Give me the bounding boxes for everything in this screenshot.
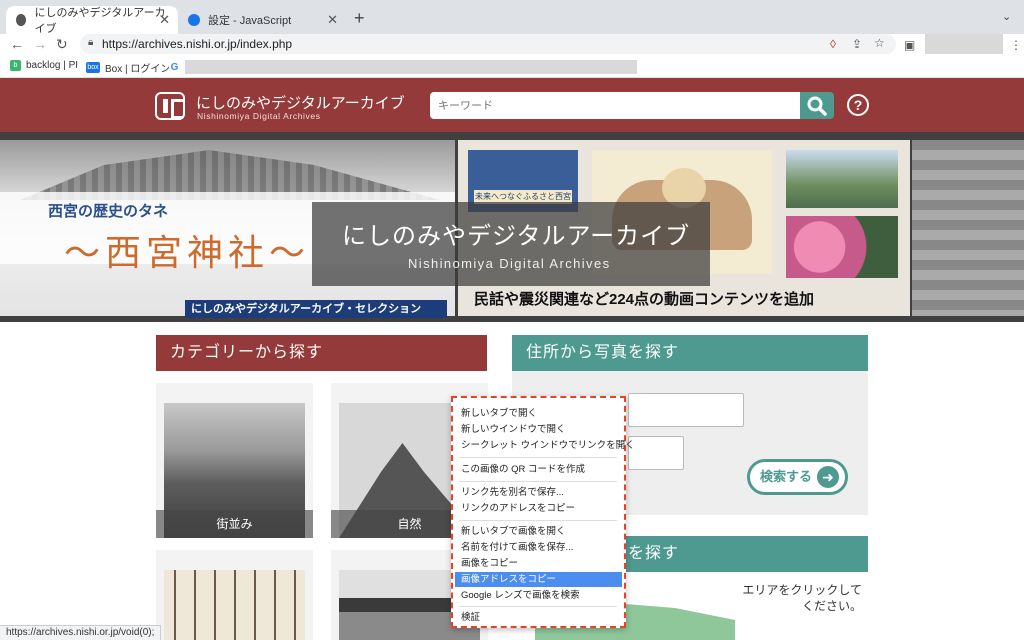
- close-icon[interactable]: ✕: [327, 12, 338, 28]
- hero-selection-strip: にしのみやデジタルアーカイブ・セレクション vol.11: [185, 300, 447, 333]
- site-header: にしのみやデジタルアーカイブ Nishinomiya Digital Archi…: [0, 78, 1024, 132]
- category-label: 街並み: [156, 510, 313, 538]
- menu-search-image-lens[interactable]: Google レンズで画像を検索: [455, 588, 622, 603]
- address-url[interactable]: https://archives.nishi.or.jp/index.php: [102, 37, 292, 51]
- menu-separator: [459, 457, 617, 458]
- tab-title: 設定 - JavaScript: [208, 15, 292, 27]
- bookmark-backlog[interactable]: b backlog | PI: [10, 60, 78, 71]
- tab-title: にしのみやデジタルアーカイブ: [34, 7, 166, 35]
- hero-banner[interactable]: 西宮の歴史のタネ 〜西宮神社〜 にしのみやデジタルアーカイブ・セレクション vo…: [0, 132, 1024, 333]
- lock-icon[interactable]: 🔒︎: [88, 37, 93, 48]
- bookmark-box[interactable]: box Box | ログイン: [86, 60, 170, 75]
- site-logo-icon[interactable]: [155, 92, 185, 120]
- site-logo-text[interactable]: にしのみやデジタルアーカイブ: [196, 92, 405, 113]
- menu-save-image-as[interactable]: 名前を付けて画像を保存...: [455, 540, 622, 555]
- menu-inspect[interactable]: 検証: [455, 610, 622, 625]
- category-card-documents[interactable]: [156, 550, 313, 640]
- menu-separator: [459, 606, 617, 607]
- box-icon: box: [86, 62, 100, 73]
- globe-icon: [16, 14, 27, 26]
- backlog-icon: b: [10, 60, 21, 71]
- new-tab-button[interactable]: +: [354, 8, 365, 29]
- site-logo-subtitle: Nishinomiya Digital Archives: [197, 111, 321, 121]
- landscape-thumb: [786, 150, 898, 208]
- hero-overlay: にしのみやデジタルアーカイブ Nishinomiya Digital Archi…: [312, 202, 710, 286]
- category-card-townscape[interactable]: 街並み: [156, 383, 313, 538]
- overlay-title: にしのみやデジタルアーカイブ: [342, 223, 691, 250]
- menu-open-incognito[interactable]: シークレット ウインドウでリンクを開く: [455, 438, 635, 453]
- search-icon: [807, 96, 827, 116]
- hero-street-photo: [912, 140, 1024, 316]
- hero-kicker: 西宮の歴史のタネ: [48, 203, 169, 220]
- tab-settings-javascript[interactable]: 設定 - JavaScript ✕: [178, 6, 346, 34]
- bookmark-label: Box | ログイン: [105, 64, 171, 75]
- star-icon[interactable]: ☆: [874, 36, 885, 50]
- blossom-thumb: [786, 216, 898, 278]
- sidepanel-icon[interactable]: ▣: [904, 38, 915, 52]
- bookmark-label: backlog | PI: [26, 60, 79, 71]
- forward-icon[interactable]: →: [33, 36, 47, 52]
- address-bar[interactable]: 🔒︎ https://archives.nishi.or.jp/index.ph…: [80, 34, 896, 54]
- status-bar-url: https://archives.nishi.or.jp/void(0);: [0, 625, 162, 640]
- reload-icon[interactable]: ↻: [56, 36, 68, 53]
- documents-photo: [164, 570, 305, 640]
- menu-open-new-tab[interactable]: 新しいタブで開く: [455, 406, 622, 421]
- search-button-label: 検索する: [760, 469, 813, 484]
- help-icon[interactable]: ?: [847, 94, 869, 116]
- address-search-button[interactable]: 検索する ➜: [747, 459, 848, 495]
- menu-open-new-window[interactable]: 新しいウインドウで開く: [455, 422, 622, 437]
- area-instruction: エリアをクリックして ください。: [742, 583, 862, 613]
- menu-save-link-as[interactable]: リンク先を別名で保存...: [455, 485, 622, 500]
- redacted-bookmarks: [185, 60, 637, 74]
- menu-copy-image[interactable]: 画像をコピー: [455, 556, 622, 571]
- menu-create-qr[interactable]: この画像の QR コードを作成: [455, 462, 622, 477]
- share-icon[interactable]: ⇪: [852, 37, 862, 51]
- profile-area[interactable]: [925, 34, 1003, 54]
- menu-open-image-new-tab[interactable]: 新しいタブで画像を開く: [455, 524, 622, 539]
- menu-icon[interactable]: ⋮: [1010, 38, 1022, 52]
- area-section-title-text: を探す: [628, 545, 680, 562]
- arrow-right-icon: ➜: [817, 466, 839, 488]
- bookmarks-bar: b backlog | PI box Box | ログイン G: [0, 56, 1024, 78]
- address-field-town[interactable]: [628, 436, 684, 470]
- overlay-subtitle: Nishinomiya Digital Archives: [408, 256, 611, 271]
- back-icon[interactable]: ←: [10, 36, 24, 52]
- menu-copy-link-address[interactable]: リンクのアドレスをコピー: [455, 501, 622, 516]
- keyword-search-input[interactable]: [430, 92, 800, 119]
- menu-separator: [459, 520, 617, 521]
- menu-copy-image-address[interactable]: 画像アドレスをコピー: [455, 572, 622, 587]
- category-section-title: カテゴリーから探す: [156, 335, 487, 371]
- address-section-title: 住所から写真を探す: [512, 335, 868, 371]
- address-field-city[interactable]: [628, 393, 744, 427]
- menu-separator: [459, 481, 617, 482]
- hero-title: 〜西宮神社〜: [64, 233, 311, 274]
- hero-video-caption: 民話や震災関連など224点の動画コンテンツを追加: [474, 291, 815, 308]
- gear-icon: [188, 14, 200, 26]
- context-menu: 新しいタブで開く 新しいウインドウで開く シークレット ウインドウでリンクを開く…: [451, 396, 635, 628]
- browser-toolbar: ← → ↻ 🔒︎ https://archives.nishi.or.jp/in…: [0, 34, 1024, 56]
- browser-tabstrip: にしのみやデジタルアーカイブ ✕ 設定 - JavaScript ✕ + ⌄: [0, 0, 1024, 35]
- chevron-down-icon[interactable]: ⌄: [1002, 10, 1011, 23]
- bookmark-google[interactable]: G: [169, 60, 637, 74]
- close-icon[interactable]: ✕: [159, 12, 170, 28]
- google-icon: G: [169, 61, 180, 73]
- blocked-content-icon[interactable]: ◊: [830, 37, 836, 51]
- search-button[interactable]: [800, 92, 834, 119]
- tab-nishinomiya-archive[interactable]: にしのみやデジタルアーカイブ ✕: [6, 6, 178, 35]
